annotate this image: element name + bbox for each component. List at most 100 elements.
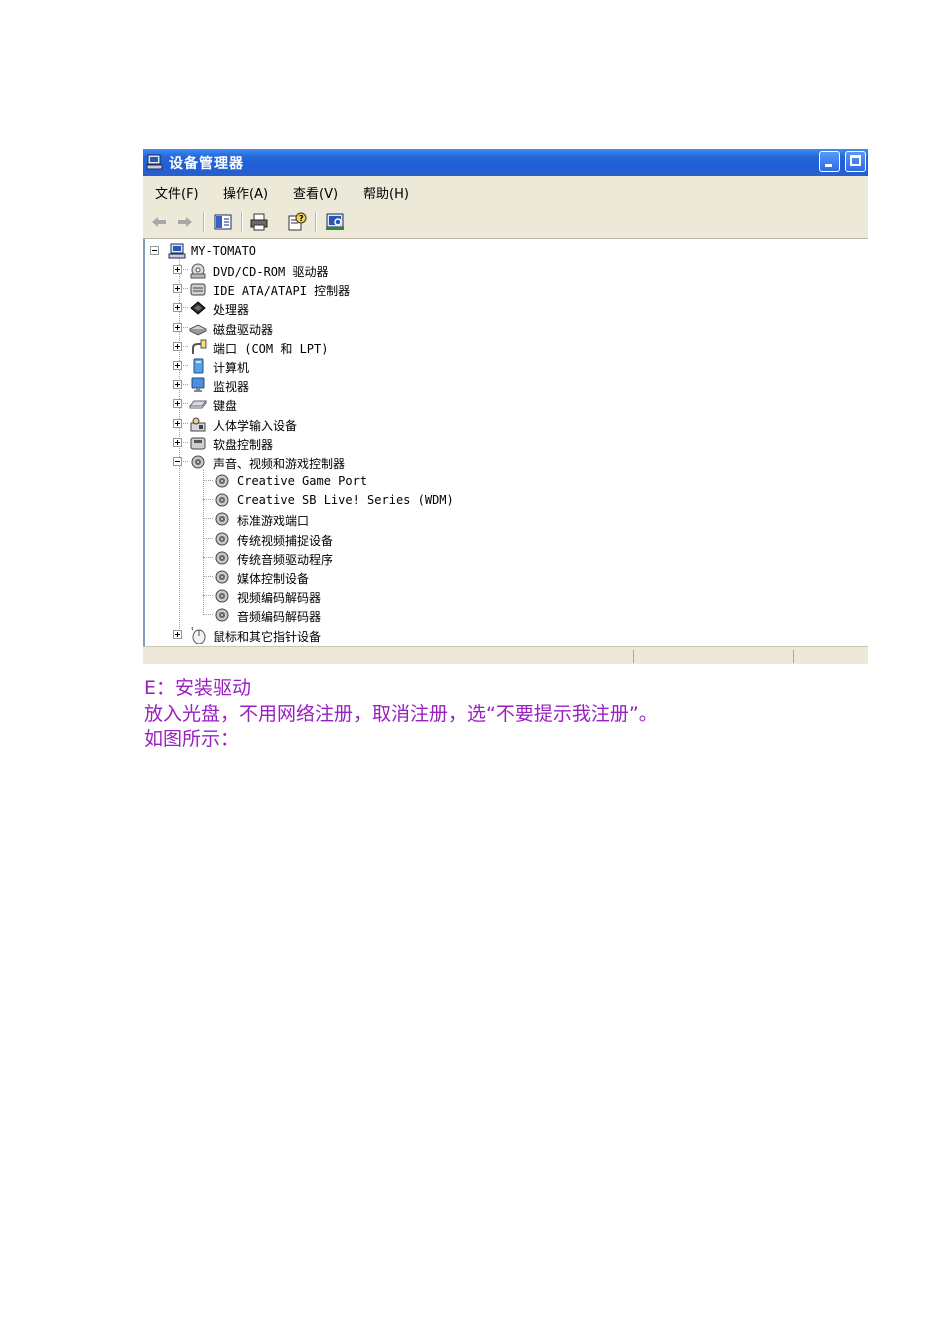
tree-guide-line bbox=[183, 422, 188, 424]
tree-category-row[interactable]: 声音、视频和游戏控制器 bbox=[173, 453, 493, 472]
hid-icon bbox=[190, 417, 206, 432]
window-title: 设备管理器 bbox=[169, 156, 244, 172]
toolbar-separator bbox=[203, 212, 205, 232]
expand-toggle[interactable] bbox=[173, 265, 182, 274]
device-label: 视频编码解码器 bbox=[237, 591, 322, 606]
tree-device-row[interactable]: 音频编码解码器 bbox=[203, 606, 543, 625]
sound-device-icon bbox=[215, 532, 229, 546]
tree-guide-line bbox=[203, 576, 213, 577]
menu-file[interactable]: 文件(F) bbox=[155, 183, 199, 202]
expand-toggle[interactable] bbox=[173, 284, 182, 294]
tree-guide-line bbox=[183, 307, 188, 309]
tree-category-row[interactable]: 磁盘驱动器 bbox=[173, 319, 493, 338]
tree-guide-line bbox=[183, 326, 188, 328]
properties-help-icon[interactable]: ? bbox=[287, 212, 307, 232]
forward-arrow-icon[interactable] bbox=[175, 212, 195, 232]
print-icon[interactable] bbox=[249, 212, 269, 232]
tree-device-row[interactable]: Creative Game Port bbox=[203, 472, 543, 491]
tree-guide-line bbox=[203, 556, 213, 558]
menu-bar: 文件(F) 操作(A) 查看(V) 帮助(H) bbox=[143, 176, 868, 207]
toolbar-separator bbox=[315, 212, 317, 232]
sound-device-icon bbox=[215, 589, 229, 603]
sound-device-icon bbox=[215, 512, 229, 526]
sound-device-icon bbox=[215, 608, 229, 622]
tree-device-row[interactable]: 媒体控制设备 bbox=[203, 568, 543, 587]
tree-guide-line bbox=[183, 461, 188, 462]
port-icon bbox=[192, 339, 207, 354]
expand-toggle[interactable] bbox=[173, 399, 182, 409]
tree-guide-line bbox=[203, 518, 213, 520]
device-label: Creative SB Live! Series (WDM) bbox=[237, 493, 454, 508]
menu-view[interactable]: 查看(V) bbox=[293, 183, 338, 202]
device-label: 传统音频驱动程序 bbox=[237, 552, 334, 567]
toolbar-separator bbox=[241, 212, 243, 232]
category-label: DVD/CD-ROM 驱动器 bbox=[213, 265, 329, 279]
tree-device-row[interactable]: 视频编码解码器 bbox=[203, 587, 543, 606]
tree-guide-line bbox=[203, 595, 213, 597]
tree-device-row[interactable]: 标准游戏端口 bbox=[203, 510, 543, 529]
sound-icon bbox=[191, 455, 205, 469]
tree-category-row[interactable]: 端口 (COM 和 LPT) bbox=[173, 338, 493, 357]
tree-guide-line bbox=[203, 499, 213, 501]
expand-toggle[interactable] bbox=[173, 341, 182, 351]
figure-caption: 如图所示： bbox=[144, 728, 240, 750]
computer-tower-icon bbox=[193, 358, 204, 374]
maximize-button[interactable] bbox=[845, 151, 866, 172]
category-label: 键盘 bbox=[213, 399, 238, 414]
tree-guide-line bbox=[203, 480, 213, 481]
tree-guide-line bbox=[183, 269, 188, 270]
tree-category-row[interactable]: IDE ATA/ATAPI 控制器 bbox=[173, 280, 493, 299]
svg-text:?: ? bbox=[299, 214, 304, 223]
expand-toggle[interactable] bbox=[173, 303, 182, 313]
expand-toggle[interactable] bbox=[173, 418, 182, 428]
collapse-toggle[interactable] bbox=[173, 457, 182, 466]
tree-device-row[interactable]: 传统视频捕捉设备 bbox=[203, 530, 543, 549]
toolbar: ? bbox=[143, 206, 868, 239]
tree-category-row[interactable]: 键盘 bbox=[173, 395, 493, 414]
expand-toggle[interactable] bbox=[173, 437, 182, 447]
tree-category-row[interactable]: 软盘控制器 bbox=[173, 434, 493, 453]
keyboard-icon bbox=[189, 400, 207, 409]
cdrom-icon bbox=[190, 263, 206, 279]
computer-name: MY-TOMATO bbox=[191, 244, 257, 258]
step-instruction: 放入光盘，不用网络注册，取消注册，选“不要提示我注册”。 bbox=[144, 703, 658, 725]
tree-guide-line bbox=[183, 345, 188, 347]
expand-toggle[interactable] bbox=[173, 361, 182, 370]
menu-action[interactable]: 操作(A) bbox=[223, 183, 268, 202]
sound-device-icon bbox=[215, 551, 229, 565]
expand-toggle[interactable] bbox=[173, 322, 182, 332]
show-hide-tree-icon[interactable] bbox=[213, 212, 233, 232]
tree-guide-line bbox=[183, 288, 188, 290]
sound-device-icon bbox=[215, 474, 229, 488]
category-label: 声音、视频和游戏控制器 bbox=[213, 457, 346, 471]
back-arrow-icon[interactable] bbox=[149, 212, 169, 232]
tree-category-row[interactable]: 鼠标和其它指针设备 bbox=[173, 626, 473, 645]
computer-icon bbox=[168, 243, 186, 259]
tree-guide-line bbox=[203, 614, 213, 616]
computer-icon bbox=[146, 154, 163, 170]
mouse-icon bbox=[191, 627, 206, 644]
tree-device-row[interactable]: Creative SB Live! Series (WDM) bbox=[203, 491, 543, 510]
floppy-controller-icon bbox=[190, 437, 206, 450]
step-heading: E：安装驱动 bbox=[144, 677, 252, 699]
menu-help[interactable]: 帮助(H) bbox=[363, 183, 409, 202]
tree-category-row[interactable]: 处理器 bbox=[173, 299, 493, 318]
collapse-toggle[interactable] bbox=[150, 246, 159, 255]
device-label: 传统视频捕捉设备 bbox=[237, 533, 334, 548]
tree-category-row[interactable]: 计算机 bbox=[173, 357, 493, 376]
tree-category-row[interactable]: 人体学输入设备 bbox=[173, 415, 493, 434]
tree-category-row[interactable]: DVD/CD-ROM 驱动器 bbox=[173, 261, 493, 280]
tree-device-row[interactable]: 传统音频驱动程序 bbox=[203, 549, 543, 568]
expand-toggle[interactable] bbox=[173, 380, 182, 390]
expand-toggle[interactable] bbox=[173, 630, 182, 639]
scan-hardware-icon[interactable] bbox=[325, 212, 345, 232]
tree-root-row[interactable]: MY-TOMATO bbox=[150, 242, 450, 261]
tree-guide-line bbox=[203, 537, 213, 539]
tree-category-row[interactable]: 监视器 bbox=[173, 376, 493, 395]
minimize-button[interactable] bbox=[819, 151, 840, 172]
category-label: IDE ATA/ATAPI 控制器 bbox=[213, 284, 351, 299]
device-label: Creative Game Port bbox=[237, 474, 368, 488]
device-label: 媒体控制设备 bbox=[237, 572, 310, 586]
category-label: 人体学输入设备 bbox=[213, 418, 298, 433]
status-bar bbox=[143, 646, 868, 664]
